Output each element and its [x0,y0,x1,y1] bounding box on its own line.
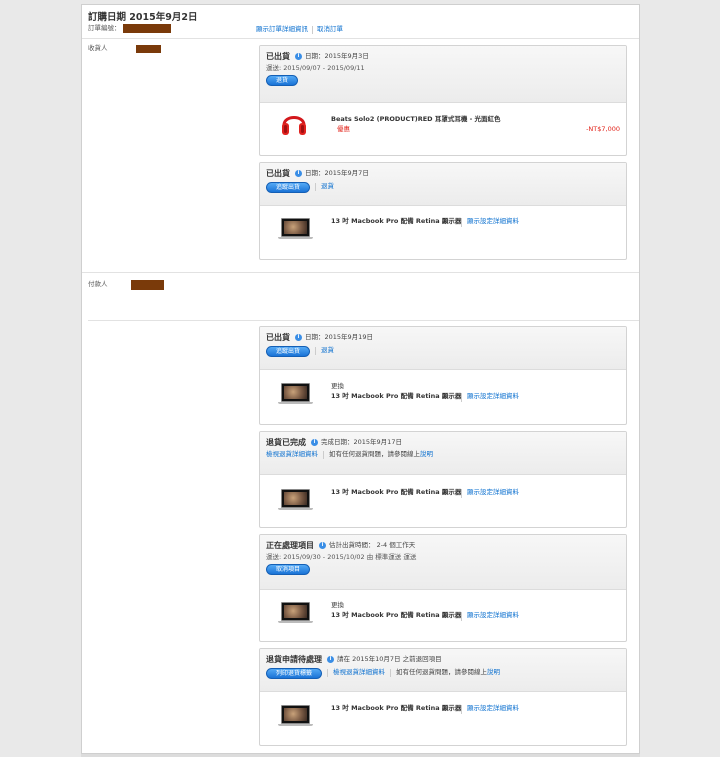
shipment-date: 日期：2015年9月7日 [305,168,369,177]
shipment-card-3: 已出貨 i 日期：2015年9月19日 追蹤出貨 退貨 更換 13 吋 Macb… [259,326,627,425]
delivery-window: 運送: 2015/09/07 - 2015/09/11 [266,63,365,72]
divider [461,218,462,227]
shipment-card-1: 已出貨 i 日期：2015年9月3日 運送: 2015/09/07 - 2015… [259,45,627,156]
divider [461,705,462,714]
help-link[interactable]: 說明 [420,450,433,459]
return-link[interactable]: 退貨 [321,346,334,355]
view-return-details-link[interactable]: 檢視退貨詳細資料 [333,668,385,677]
show-config-details-link[interactable]: 顯示設定詳細資料 [467,488,519,497]
replacement-label: 更換 [331,382,344,390]
info-icon[interactable]: i [319,542,326,550]
card-item: 13 吋 Macbook Pro 配備 Retina 顯示器 顯示設定詳細資料 [260,692,626,745]
item-price: -NT$7,000 [586,125,620,133]
divider [461,393,462,402]
promo-tag: 優惠 [337,125,350,133]
show-order-details-link[interactable]: 顯示訂單詳細資訊 [256,25,308,34]
shipment-date: 日期：2015年9月19日 [305,332,373,341]
product-name: Beats Solo2 (PRODUCT)RED 耳罩式耳機 - 光面紅色 [331,115,501,123]
shipment-date: 日期：2015年9月3日 [305,51,369,60]
divider [315,183,317,192]
payer-label: 付款人 [88,280,108,288]
recipient-label: 收貨人 [88,44,108,52]
card-item: 更換 13 吋 Macbook Pro 配備 Retina 顯示器 顯示設定詳細… [260,590,626,641]
info-icon[interactable]: i [295,53,302,61]
divider [312,26,313,34]
headphones-icon [282,116,306,135]
divider [390,669,392,678]
macbook-thumbnail [278,383,313,407]
card-header: 退貨已完成 i 完成日期：2015年9月17日 檢視退貨詳細資料 如有任何退貨問… [260,432,626,475]
return-help-note: 如有任何退貨問題，請參閱線上 [396,668,488,677]
shipment-card-2: 已出貨 i 日期：2015年9月7日 追蹤出貨 退貨 13 吋 Macbook … [259,162,627,260]
order-date-title: 訂購日期 2015年9月2日 [88,12,198,23]
return-help-note: 如有任何退貨問題，請參閱線上 [329,449,420,458]
info-icon[interactable]: i [295,170,302,178]
card-item: 更換 13 吋 Macbook Pro 配備 Retina 顯示器 顯示設定詳細… [260,370,626,424]
product-name: 13 吋 Macbook Pro 配備 Retina 顯示器 [331,611,462,619]
shipment-status: 已出貨 [266,52,290,61]
info-icon[interactable]: i [311,439,318,447]
shipment-status: 已出貨 [266,333,290,342]
processing-status: 正在處理項目 [266,541,314,550]
return-link[interactable]: 退貨 [321,182,334,191]
order-header-links: 顯示訂單詳細資訊 取消訂單 [256,25,343,34]
divider [461,612,462,621]
card-item: 13 吋 Macbook Pro 配備 Retina 顯示器 顯示設定詳細資料 [260,475,626,527]
divider [327,669,329,678]
return-deadline: 請在 2015年10月7日 之前退回項目 [337,654,442,663]
divider [82,38,639,39]
divider [323,450,324,459]
divider [315,347,317,356]
shipment-status: 已出貨 [266,169,290,178]
processing-card: 正在處理項目 i 估計出貨時間： 2-4 個工作天 運送: 2015/09/30… [259,534,627,642]
completion-date: 完成日期：2015年9月17日 [321,437,402,446]
order-panel: 訂購日期 2015年9月2日 訂單編號： 顯示訂單詳細資訊 取消訂單 收貨人 已… [81,4,640,754]
estimated-ship-time: 估計出貨時間： 2-4 個工作天 [329,540,416,549]
track-shipment-button[interactable]: 追蹤出貨 [266,181,311,193]
divider [82,272,639,273]
print-return-label-button[interactable]: 列印退貨標籤 [266,667,323,679]
recipient-redacted [136,45,161,53]
replacement-label: 更換 [331,601,344,609]
card-header: 已出貨 i 日期：2015年9月3日 運送: 2015/09/07 - 2015… [260,46,626,103]
show-config-details-link[interactable]: 顯示設定詳細資料 [467,392,519,401]
cancel-item-button[interactable]: 取消項目 [266,564,311,576]
show-config-details-link[interactable]: 顯示設定詳細資料 [467,217,519,226]
card-header: 已出貨 i 日期：2015年9月19日 追蹤出貨 退貨 [260,327,626,370]
macbook-thumbnail [278,218,313,242]
product-name: 13 吋 Macbook Pro 配備 Retina 顯示器 [331,704,462,712]
cancel-order-link[interactable]: 取消訂單 [317,25,343,34]
help-link[interactable]: 說明 [487,668,500,677]
order-number-label: 訂單編號： [88,24,121,32]
return-button[interactable]: 退貨 [266,75,299,87]
show-config-details-link[interactable]: 顯示設定詳細資料 [467,611,519,620]
return-pending-status: 退貨申請待處理 [266,655,322,664]
delivery-window: 運送: 2015/09/30 - 2015/10/02 由 標準運送 運送 [266,552,417,561]
divider [88,320,639,321]
show-config-details-link[interactable]: 顯示設定詳細資料 [467,704,519,713]
product-name: 13 吋 Macbook Pro 配備 Retina 顯示器 [331,392,462,400]
info-icon[interactable]: i [327,656,334,664]
macbook-thumbnail [278,602,313,626]
card-header: 退貨申請待處理 i 請在 2015年10月7日 之前退回項目 列印退貨標籤 檢視… [260,649,626,692]
card-item: 13 吋 Macbook Pro 配備 Retina 顯示器 顯示設定詳細資料 [260,206,626,259]
card-header: 已出貨 i 日期：2015年9月7日 追蹤出貨 退貨 [260,163,626,206]
card-header: 正在處理項目 i 估計出貨時間： 2-4 個工作天 運送: 2015/09/30… [260,535,626,590]
return-complete-card: 退貨已完成 i 完成日期：2015年9月17日 檢視退貨詳細資料 如有任何退貨問… [259,431,627,528]
track-shipment-button[interactable]: 追蹤出貨 [266,345,311,357]
macbook-thumbnail [278,489,313,513]
return-pending-card: 退貨申請待處理 i 請在 2015年10月7日 之前退回項目 列印退貨標籤 檢視… [259,648,627,746]
info-icon[interactable]: i [295,334,302,342]
product-name: 13 吋 Macbook Pro 配備 Retina 顯示器 [331,217,462,225]
view-return-details-link[interactable]: 檢視退貨詳細資料 [266,450,318,459]
order-number-redacted [123,24,171,33]
macbook-thumbnail [278,705,313,729]
divider [461,489,462,498]
product-name: 13 吋 Macbook Pro 配備 Retina 顯示器 [331,488,462,496]
payer-redacted [131,280,164,290]
return-status: 退貨已完成 [266,438,306,447]
card-item: Beats Solo2 (PRODUCT)RED 耳罩式耳機 - 光面紅色 優惠… [260,103,626,155]
